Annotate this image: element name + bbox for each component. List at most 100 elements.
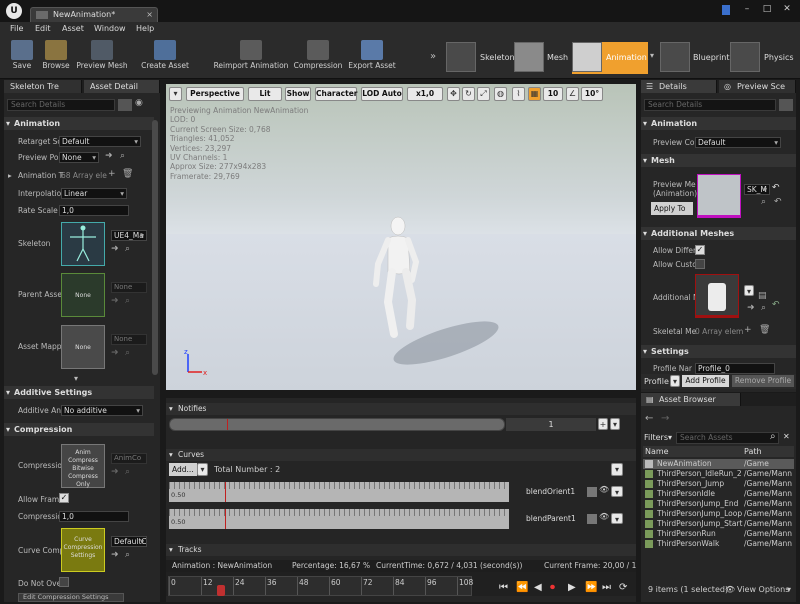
preview-mesh-reset-icon-2[interactable]: ↶ (774, 197, 782, 207)
property-matrix-icon[interactable] (118, 99, 132, 111)
compression-scheme-thumbnail[interactable]: Anim Compress Bitwise Compress Only (61, 444, 105, 488)
delete-skeletal-mesh-icon[interactable]: 🗑 (759, 325, 770, 335)
asset-search-input[interactable]: Search Assets (676, 432, 779, 444)
record-icon[interactable]: ⏺ (550, 582, 555, 593)
profile-name-input[interactable]: Profile_0 (695, 363, 775, 374)
preview-mesh-reset-icon[interactable]: ↶ (772, 183, 780, 193)
viewport-options-dropdown-icon[interactable]: ▾ (169, 87, 182, 101)
preview-pose-dropdown[interactable]: None (59, 152, 99, 163)
curve-visibility-icon[interactable]: 👁 (599, 512, 609, 521)
menu-edit[interactable]: Edit (35, 24, 51, 33)
rotate-icon[interactable]: ↻ (462, 87, 475, 101)
menu-help[interactable]: Help (136, 24, 154, 33)
scale-icon[interactable]: ⤢ (477, 87, 490, 101)
parent-asset-thumbnail[interactable]: None (61, 273, 105, 317)
asset-row[interactable]: ThirdPersonIdle/Game/Mann (643, 489, 794, 499)
step-forward-icon[interactable]: ⏩ (585, 582, 597, 593)
timeline-ruler[interactable]: 0 12 24 36 48 60 72 84 96 108 (168, 576, 473, 596)
allow-frame-checkbox[interactable]: ✓ (59, 493, 69, 503)
preview-mesh-dropdown[interactable]: SK_M (744, 184, 770, 195)
category-additional-meshes[interactable]: Additional Meshes (641, 227, 796, 240)
save-button[interactable]: Save (6, 37, 38, 79)
asset-row[interactable]: ThirdPersonJump_End/Game/Mann (643, 499, 794, 509)
apply-to-asset-button[interactable]: Apply To (651, 202, 693, 215)
additional-mesh-save-icon[interactable]: ▤ (758, 291, 767, 301)
compression-use-icon[interactable]: ➜ (111, 467, 119, 477)
curve-track-blendorient1[interactable]: 0.50 (169, 482, 509, 502)
compression-scheme-dropdown[interactable]: AnimCo (111, 453, 147, 464)
compression-rate-input[interactable]: 1,0 (59, 511, 129, 522)
retarget-source-dropdown[interactable]: Default (59, 136, 141, 147)
asset-row[interactable]: ThirdPerson_IdleRun_2/Game/Mann (643, 469, 794, 479)
document-tab[interactable]: NewAnimation* × (30, 7, 158, 22)
filters-dropdown-icon[interactable]: ▾ (668, 433, 672, 442)
curve-type-icon[interactable] (587, 514, 597, 524)
edit-compression-settings-button[interactable]: Edit Compression Settings (18, 593, 124, 602)
additional-mesh-use-icon[interactable]: ➜ (747, 303, 755, 313)
mode-mesh[interactable]: Mesh (514, 42, 570, 74)
add-profile-button[interactable]: Add Profile (682, 375, 729, 387)
character-button[interactable]: Character (315, 87, 357, 101)
rotation-snap-value[interactable]: 10° (581, 87, 603, 101)
category-settings[interactable]: Settings (641, 345, 796, 358)
additional-mesh-thumbnail[interactable] (695, 274, 739, 318)
export-asset-button[interactable]: Export Asset (346, 37, 398, 79)
curves-section-header[interactable]: Curves (166, 449, 636, 461)
rate-scale-input[interactable]: 1,0 (59, 205, 129, 216)
asset-row[interactable]: NewAnimation/Game (643, 459, 794, 469)
add-element-icon[interactable]: + (108, 169, 116, 179)
skip-to-start-icon[interactable]: ⏮ (499, 582, 508, 593)
asset-row[interactable]: ThirdPersonJump_Loop/Game/Mann (643, 509, 794, 519)
additive-type-dropdown[interactable]: No additive (61, 405, 143, 416)
world-space-icon[interactable]: ◍ (494, 87, 507, 101)
skeleton-thumbnail[interactable] (61, 222, 105, 266)
additional-mesh-browse-icon[interactable]: ⌕ (761, 303, 766, 313)
add-notify-track-icon[interactable]: + (598, 418, 608, 430)
allow-custom-checkbox[interactable] (695, 259, 705, 269)
mode-physics[interactable]: Physics (730, 42, 798, 74)
left-search-input[interactable]: Search Details (7, 99, 115, 111)
notifies-section-header[interactable]: Notifies (166, 403, 636, 415)
left-panel-scrollbar[interactable] (152, 120, 158, 375)
profile-dropdown-icon[interactable]: ▾ (670, 375, 680, 387)
tab-asset-details[interactable]: Asset Detail (84, 80, 160, 93)
curve-compression-thumbnail[interactable]: Curve Compression Settings (61, 528, 105, 572)
asset-row[interactable]: ThirdPersonRun/Game/Mann (643, 529, 794, 539)
remove-profile-button[interactable]: Remove Profile (732, 375, 794, 387)
do-not-override-checkbox[interactable] (59, 577, 69, 587)
skeleton-browse-icon[interactable]: ⌕ (125, 244, 130, 254)
parent-asset-browse-icon[interactable]: ⌕ (125, 296, 130, 306)
lit-button[interactable]: Lit (248, 87, 282, 101)
add-skeletal-mesh-icon[interactable]: + (744, 325, 752, 335)
preview-controller-dropdown[interactable]: Default (695, 137, 781, 148)
lod-button[interactable]: LOD Auto (361, 87, 403, 101)
delete-element-icon[interactable]: 🗑 (122, 169, 133, 179)
add-curve-button[interactable]: Add... (169, 463, 197, 476)
mode-blueprint[interactable]: Blueprint (660, 42, 730, 74)
preview-mesh-thumbnail[interactable] (697, 174, 741, 218)
view-options-dropdown-icon[interactable]: ▾ (787, 585, 791, 594)
curve-type-icon[interactable] (587, 487, 597, 497)
anim-track-expand-icon[interactable]: ▸ (8, 171, 12, 180)
perspective-button[interactable]: Perspective (186, 87, 244, 101)
add-curve-dropdown-icon[interactable]: ▾ (197, 463, 208, 476)
rotation-snap-icon[interactable]: ∠ (566, 87, 579, 101)
back-arrow-icon[interactable]: ← (645, 413, 653, 424)
close-tab-icon[interactable]: × (146, 8, 153, 21)
curve-visibility-icon[interactable]: 👁 (599, 485, 609, 494)
curves-options-icon[interactable]: ▾ (611, 463, 623, 476)
category-additive-settings[interactable]: Additive Settings (4, 386, 154, 399)
category-compression[interactable]: Compression (4, 423, 154, 436)
curve-track-blendparent1[interactable]: 0.50 (169, 509, 509, 529)
grid-snap-value[interactable]: 10 (543, 87, 563, 101)
eye-icon[interactable]: ◉ (135, 98, 143, 108)
play-icon[interactable]: ▶ (568, 582, 576, 593)
curve-menu-icon[interactable]: ▾ (611, 513, 623, 524)
asset-mapping-dropdown[interactable]: None (111, 334, 147, 345)
curve-compression-use-icon[interactable]: ➜ (111, 550, 119, 560)
close-window-button[interactable]: ✕ (780, 4, 794, 15)
column-path[interactable]: Path (744, 447, 762, 456)
grid-snap-icon[interactable]: ▦ (528, 87, 541, 101)
asset-row[interactable]: ThirdPersonJump_Start/Game/Mann (643, 519, 794, 529)
allow-different-checkbox[interactable]: ✓ (695, 245, 705, 255)
